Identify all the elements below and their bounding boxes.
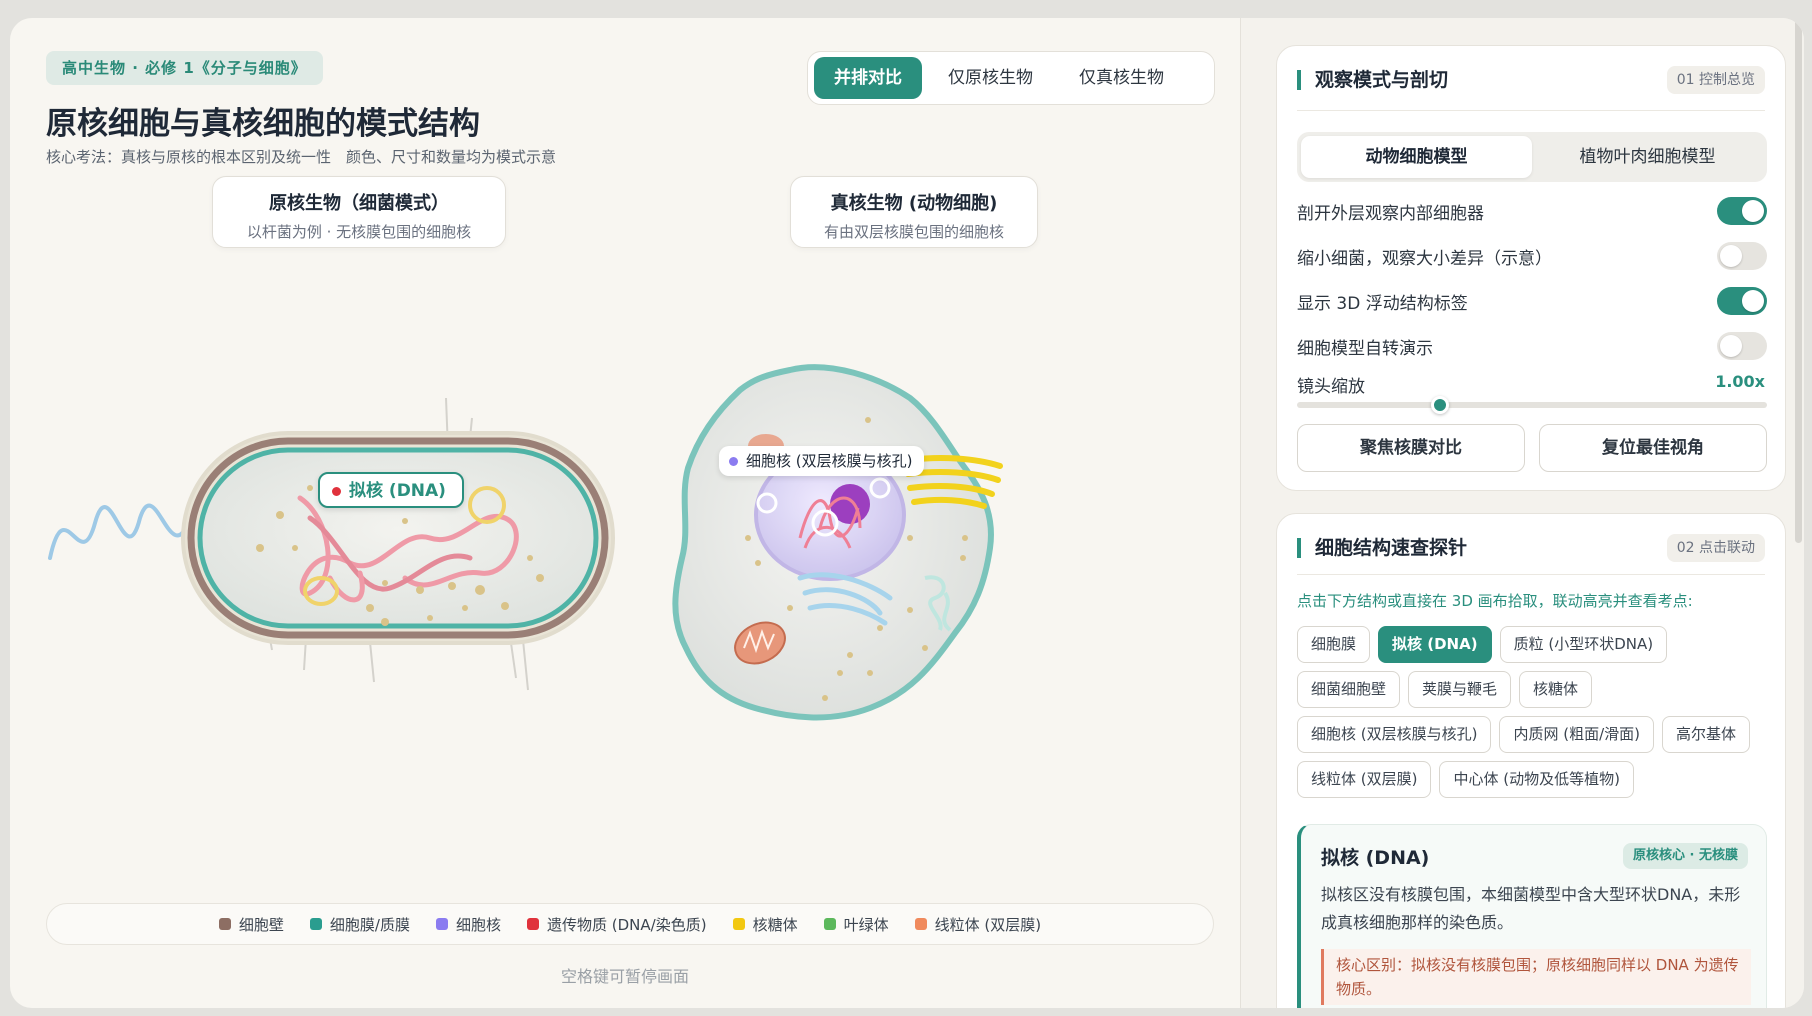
zoom-slider-thumb[interactable]: [1431, 396, 1449, 414]
nucleoid-label-dot: [332, 486, 341, 496]
nucleus-3d-label[interactable]: 细胞核 (双层核膜与核孔): [719, 446, 925, 476]
tab-animal-cell-model[interactable]: 动物细胞模型: [1301, 136, 1532, 178]
legend-swatch: [309, 918, 322, 930]
sidebar: 观察模式与剖切 01 控制总览 动物细胞模型 植物叶肉细胞模型 剖开外层观察内部…: [1241, 18, 1804, 1008]
nucleoid-3d-label[interactable]: 拟核 (DNA): [318, 472, 464, 508]
structure-pill-ribosome[interactable]: 核糖体: [1519, 671, 1593, 708]
probe-panel-badge: 02 点击联动: [1666, 534, 1765, 562]
shrink-bacteria-toggle[interactable]: [1717, 242, 1767, 270]
toggle-label: 剖开外层观察内部细胞器: [1297, 203, 1484, 224]
app-window: 高中生物 · 必修 1《分子与细胞》 原核细胞与真核细胞的模式结构 核心考法：真…: [10, 18, 1804, 1008]
legend-swatch: [914, 918, 927, 930]
detail-key-point: 核心区别：拟核没有核膜包围；原核细胞同样以 DNA 为遗传物质。: [1321, 949, 1751, 1005]
legend-label: 细胞膜/质膜: [329, 915, 410, 934]
detail-tag: 原核核心 · 无核膜: [1623, 843, 1748, 869]
zoom-value: 1.00x: [1715, 372, 1765, 391]
flagellum: [48, 503, 190, 560]
detail-description: 拟核区没有核膜包围，本细菌模型中含大型环状DNA，未形成真核细胞那样的染色质。: [1321, 885, 1741, 932]
legend-swatch: [435, 918, 448, 930]
toggle-label: 显示 3D 浮动结构标签: [1297, 293, 1468, 314]
toggle-label: 细胞模型自转演示: [1297, 338, 1433, 359]
labels-toggle[interactable]: [1717, 287, 1767, 315]
structure-pill-nucleoid[interactable]: 拟核 (DNA): [1378, 626, 1492, 663]
structure-pill-membrane[interactable]: 细胞膜: [1297, 626, 1371, 663]
toggle-label: 缩小细菌，观察大小差异（示意）: [1297, 248, 1552, 269]
structure-list: 细胞膜 拟核 (DNA) 质粒 (小型环状DNA) 细菌细胞壁 荚膜与鞭毛 核糖…: [1297, 626, 1777, 798]
legend-label: 核糖体: [752, 915, 798, 934]
divider-line: [1297, 574, 1765, 575]
probe-panel-title: 细胞结构速查探针: [1297, 538, 1467, 558]
toggle-row-cutaway: 剖开外层观察内部细胞器: [1297, 196, 1767, 226]
toggle-row-3d-labels: 显示 3D 浮动结构标签: [1297, 286, 1767, 316]
legend-item: 细胞壁: [218, 914, 284, 935]
legend-item: 叶绿体: [823, 914, 889, 935]
color-legend: 细胞壁 细胞膜/质膜 细胞核 遗传物质 (DNA/染色质) 核糖体 叶绿体 线粒…: [46, 903, 1214, 945]
structure-pill-cell-wall[interactable]: 细菌细胞壁: [1297, 671, 1401, 708]
sidebar-scrollbar[interactable]: [1795, 18, 1802, 543]
nucleoid-label-text: 拟核 (DNA): [349, 481, 446, 501]
legend-item: 遗传物质 (DNA/染色质): [527, 914, 707, 935]
structure-pill-golgi[interactable]: 高尔基体: [1662, 716, 1751, 753]
toggle-row-shrink-bacteria: 缩小细菌，观察大小差异（示意）: [1297, 241, 1767, 271]
structure-detail-card: 拟核 (DNA) 原核核心 · 无核膜 拟核区没有核膜包围，本细菌模型中含大型环…: [1297, 824, 1767, 1008]
control-panel: 观察模式与剖切 01 控制总览 动物细胞模型 植物叶肉细胞模型 剖开外层观察内部…: [1276, 45, 1786, 491]
legend-swatch: [823, 918, 836, 930]
legend-label: 遗传物质 (DNA/染色质): [547, 915, 707, 934]
control-panel-title: 观察模式与剖切: [1297, 70, 1448, 90]
model-switch: 动物细胞模型 植物叶肉细胞模型: [1297, 132, 1767, 182]
legend-label: 线粒体 (双层膜): [934, 915, 1042, 934]
legend-item: 核糖体: [732, 914, 798, 935]
nucleus-label-dot: [729, 457, 738, 466]
nucleus-label-text: 细胞核 (双层核膜与核孔): [746, 452, 913, 470]
structure-pill-centrosome[interactable]: 中心体 (动物及低等植物): [1439, 761, 1634, 798]
structure-pill-nucleus[interactable]: 细胞核 (双层核膜与核孔): [1297, 716, 1492, 753]
legend-swatch: [732, 918, 745, 930]
structure-pill-capsule-flagella[interactable]: 荚膜与鞭毛: [1408, 671, 1512, 708]
main-stage-area: 高中生物 · 必修 1《分子与细胞》 原核细胞与真核细胞的模式结构 核心考法：真…: [10, 18, 1240, 1008]
zoom-label: 镜头缩放: [1297, 377, 1365, 397]
cutaway-toggle[interactable]: [1717, 197, 1767, 225]
pause-hint: 空格键可暂停画面: [560, 967, 689, 986]
cell-3d-canvas[interactable]: [10, 18, 1240, 1008]
control-panel-badge: 01 控制总览: [1666, 66, 1765, 94]
probe-hint: 点击下方结构或直接在 3D 画布拾取，联动高亮并查看考点:: [1297, 592, 1693, 610]
legend-swatch: [527, 918, 539, 930]
toggle-row-autorotate: 细胞模型自转演示: [1297, 331, 1767, 361]
structure-pill-mitochondria[interactable]: 线粒体 (双层膜): [1297, 761, 1432, 798]
legend-label: 叶绿体: [843, 915, 889, 934]
zoom-slider[interactable]: [1297, 396, 1767, 414]
autorotate-toggle[interactable]: [1717, 332, 1767, 360]
divider-line: [1297, 110, 1765, 111]
legend-item: 线粒体 (双层膜): [914, 914, 1042, 935]
legend-item: 细胞膜/质膜: [309, 914, 410, 935]
structure-pill-plasmid[interactable]: 质粒 (小型环状DNA): [1499, 626, 1668, 663]
legend-label: 细胞壁: [238, 915, 284, 934]
probe-panel: 细胞结构速查探针 02 点击联动 点击下方结构或直接在 3D 画布拾取，联动高亮…: [1276, 513, 1786, 1008]
tab-plant-cell-model[interactable]: 植物叶肉细胞模型: [1532, 136, 1763, 178]
structure-pill-er[interactable]: 内质网 (粗面/滑面): [1499, 716, 1655, 753]
detail-title: 拟核 (DNA): [1321, 847, 1430, 869]
reset-view-button[interactable]: 复位最佳视角: [1539, 424, 1767, 472]
legend-label: 细胞核: [455, 915, 501, 934]
legend-item: 细胞核: [435, 914, 501, 935]
focus-envelope-button[interactable]: 聚焦核膜对比: [1297, 424, 1525, 472]
legend-swatch: [218, 918, 231, 930]
